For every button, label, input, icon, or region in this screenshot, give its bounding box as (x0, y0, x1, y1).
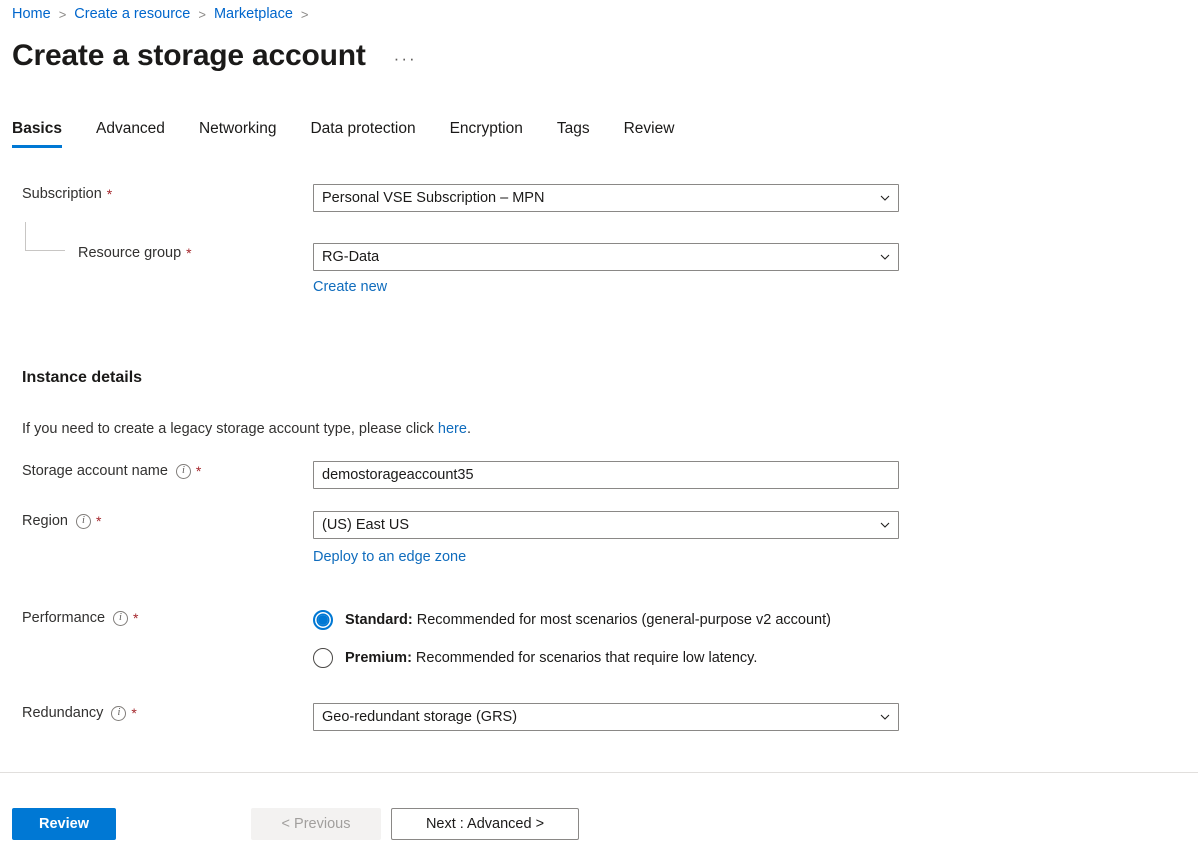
chevron-down-icon (880, 252, 890, 261)
breadcrumb-item-home[interactable]: Home (12, 6, 51, 22)
radio-performance-standard[interactable]: Standard: Recommended for most scenarios… (313, 610, 1198, 630)
radio-performance-standard-text: Standard: Recommended for most scenarios… (345, 612, 831, 628)
storage-account-name-label: Storage account name i * (0, 461, 313, 481)
info-icon[interactable]: i (175, 463, 191, 479)
chevron-down-icon (880, 712, 890, 721)
redundancy-label-text: Redundancy (22, 705, 104, 721)
region-value: (US) East US (322, 517, 410, 533)
required-asterisk: * (195, 463, 202, 479)
redundancy-control: Geo-redundant storage (GRS) (313, 703, 1198, 731)
legacy-here-link[interactable]: here (438, 421, 467, 437)
wizard-tabs: Basics Advanced Networking Data protecti… (12, 120, 708, 154)
breadcrumb-item-marketplace[interactable]: Marketplace (214, 6, 293, 22)
storage-account-name-control: demostorageaccount35 (313, 461, 1198, 489)
storage-account-name-input[interactable]: demostorageaccount35 (313, 461, 899, 489)
tab-encryption[interactable]: Encryption (450, 120, 523, 148)
field-row-region: Region i * (US) East US Deploy to an edg… (0, 511, 1198, 565)
performance-control: Standard: Recommended for most scenarios… (313, 608, 1198, 668)
tab-data-protection[interactable]: Data protection (310, 120, 415, 148)
field-row-subscription: Subscription * Personal VSE Subscription… (0, 184, 1198, 212)
performance-radio-group: Standard: Recommended for most scenarios… (313, 608, 1198, 668)
required-asterisk: * (95, 513, 102, 529)
footer-divider (0, 772, 1198, 773)
breadcrumb: Home > Create a resource > Marketplace > (12, 4, 317, 24)
chevron-down-icon (880, 193, 890, 202)
legacy-helper-suffix: . (466, 421, 471, 437)
info-icon[interactable]: i (75, 513, 91, 529)
info-icon[interactable]: i (111, 705, 127, 721)
performance-label-text: Performance (22, 610, 106, 626)
required-asterisk: * (133, 610, 139, 626)
create-new-resource-group-link[interactable]: Create new (313, 279, 387, 295)
subscription-control: Personal VSE Subscription – MPN (313, 184, 1198, 212)
region-label-text: Region (22, 513, 68, 529)
tab-basics[interactable]: Basics (12, 120, 62, 148)
resource-group-label: Resource group * (0, 243, 313, 263)
storage-account-name-label-text: Storage account name (22, 463, 168, 479)
subscription-value: Personal VSE Subscription – MPN (322, 190, 545, 206)
field-row-redundancy: Redundancy i * Geo-redundant storage (GR… (0, 703, 1198, 731)
region-control: (US) East US Deploy to an edge zone (313, 511, 1198, 565)
required-asterisk: * (131, 705, 137, 721)
radio-unselected-icon (313, 648, 333, 668)
tab-networking[interactable]: Networking (199, 120, 277, 148)
region-dropdown[interactable]: (US) East US (313, 511, 899, 539)
section-heading-instance-details: Instance details (22, 369, 143, 386)
radio-performance-premium[interactable]: Premium: Recommended for scenarios that … (313, 648, 1198, 668)
redundancy-value: Geo-redundant storage (GRS) (322, 709, 518, 725)
subscription-label-text: Subscription (22, 186, 102, 202)
radio-performance-standard-description: Recommended for most scenarios (general-… (412, 612, 831, 628)
breadcrumb-separator-icon: > (198, 6, 206, 22)
subscription-dropdown[interactable]: Personal VSE Subscription – MPN (313, 184, 899, 212)
tab-tags[interactable]: Tags (557, 120, 590, 148)
page-header: Create a storage account ··· (12, 34, 417, 78)
chevron-down-icon (880, 520, 890, 529)
tab-review[interactable]: Review (624, 120, 675, 148)
resource-group-value: RG-Data (322, 249, 380, 265)
required-asterisk: * (106, 186, 113, 202)
radio-performance-premium-name: Premium (345, 650, 408, 666)
redundancy-label: Redundancy i * (0, 703, 313, 723)
required-asterisk: * (186, 245, 192, 261)
radio-performance-premium-text: Premium: Recommended for scenarios that … (345, 650, 757, 666)
radio-performance-premium-description: Recommended for scenarios that require l… (411, 650, 758, 666)
more-options-icon[interactable]: ··· (394, 34, 417, 78)
redundancy-dropdown[interactable]: Geo-redundant storage (GRS) (313, 703, 899, 731)
radio-performance-standard-name: Standard (345, 612, 408, 628)
breadcrumb-item-create-a-resource[interactable]: Create a resource (74, 6, 190, 22)
subscription-label: Subscription * (0, 184, 313, 204)
previous-button: < Previous (251, 808, 381, 840)
breadcrumb-separator-icon: > (58, 6, 67, 22)
field-row-performance: Performance i * Standard: Recommended fo… (0, 608, 1198, 668)
next-button[interactable]: Next : Advanced > (391, 808, 579, 840)
page-title: Create a storage account (12, 39, 366, 72)
resource-group-dropdown[interactable]: RG-Data (313, 243, 899, 271)
performance-label: Performance i * (0, 608, 313, 628)
field-row-resource-group: Resource group * RG-Data Create new (0, 243, 1198, 295)
region-label: Region i * (0, 511, 313, 531)
field-row-storage-account-name: Storage account name i * demostorageacco… (0, 461, 1198, 489)
legacy-helper-prefix: If you need to create a legacy storage a… (22, 421, 438, 437)
deploy-edge-zone-link[interactable]: Deploy to an edge zone (313, 549, 466, 565)
breadcrumb-separator-icon: > (300, 6, 309, 22)
legacy-helper-text: If you need to create a legacy storage a… (22, 421, 471, 437)
radio-selected-icon (313, 610, 333, 630)
info-icon[interactable]: i (113, 610, 129, 626)
storage-account-name-value: demostorageaccount35 (322, 467, 474, 483)
tab-advanced[interactable]: Advanced (96, 120, 165, 148)
resource-group-control: RG-Data Create new (313, 243, 1198, 295)
wizard-footer: Review < Previous Next : Advanced > (0, 808, 1198, 840)
resource-group-label-text: Resource group (78, 245, 182, 261)
review-button[interactable]: Review (12, 808, 116, 840)
